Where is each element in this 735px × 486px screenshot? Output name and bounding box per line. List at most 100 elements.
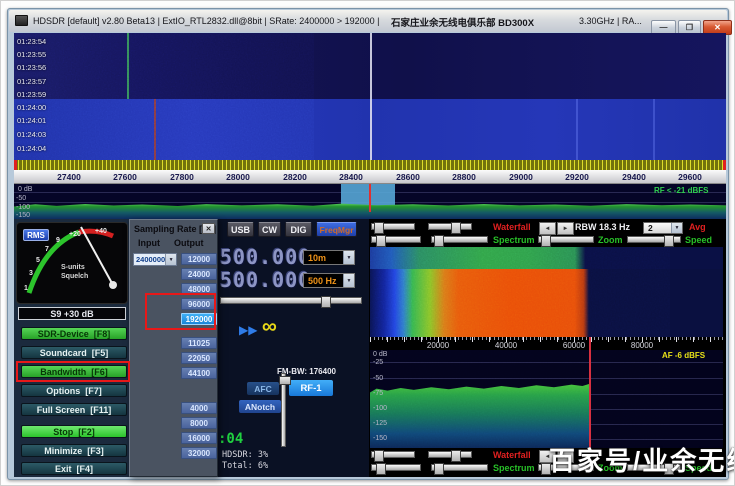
slider-handle[interactable] — [376, 463, 386, 475]
slider-handle[interactable] — [451, 222, 461, 234]
options-button[interactable]: Options[F7] — [21, 384, 127, 397]
slider-handle[interactable] — [434, 235, 444, 247]
af-db-label: -75 — [373, 390, 383, 397]
rms-badge[interactable]: RMS — [23, 229, 49, 241]
output-rate-24000[interactable]: 24000 — [181, 268, 217, 280]
slider-handle[interactable] — [374, 450, 384, 462]
exit-button[interactable]: Exit[F4] — [21, 462, 127, 475]
fullscreen-button[interactable]: Full Screen[F11] — [21, 403, 127, 416]
af-tune-line — [589, 337, 591, 448]
spin-left-icon[interactable]: ◄ — [539, 222, 556, 235]
volume-slider[interactable] — [281, 373, 286, 447]
s-meter[interactable]: 1 3 5 7 9 +20 +40 S-units Squelch RMS — [16, 222, 128, 304]
rbw-spinner[interactable]: ◄► — [539, 222, 574, 235]
waterfall-signal-trace-red — [154, 99, 156, 160]
main-spectrum-display[interactable]: 0 dB -50 -100 -150 RF < -21 dBFS — [14, 184, 726, 219]
tab-dig[interactable]: DIG — [285, 222, 312, 237]
spectrum-contrast-slider[interactable] — [371, 236, 421, 243]
af-spectrum-display[interactable]: 0 dB -25 -50 -75 -100 -125 -150 AF -6 dB… — [370, 350, 723, 448]
af-db-label: -25 — [373, 359, 383, 366]
tune-frequency-display[interactable]: 500.000 — [220, 268, 311, 292]
slider-handle[interactable] — [664, 235, 674, 247]
play-icon[interactable]: ▶▶ — [239, 323, 257, 337]
bandwidth-highlight-rectangle — [16, 361, 130, 382]
output-rate-32000[interactable]: 32000 — [181, 447, 217, 459]
af-waterfall-top-band — [370, 247, 723, 269]
output-rate-8000[interactable]: 8000 — [181, 417, 217, 429]
output-rate-4000[interactable]: 4000 — [181, 402, 217, 414]
spectrum-label-bottom: Spectrum — [493, 463, 535, 473]
waterfall-signal-trace-faint2 — [653, 99, 655, 160]
af-db-label: 0 dB — [373, 351, 387, 358]
freq-label: 28000 — [226, 172, 250, 182]
right-display-panel: Waterfall ◄► RBW 18.3 Hz 2▼ Avg Spectrum… — [369, 219, 726, 477]
spectrum-brightness-slider-bottom[interactable] — [431, 464, 488, 471]
spectrum-brightness-slider[interactable] — [431, 236, 488, 243]
timestamp: 01:24:03 — [17, 130, 46, 139]
gridline — [370, 378, 723, 379]
chevron-down-icon[interactable]: ▼ — [343, 251, 354, 264]
output-rate-22050[interactable]: 22050 — [181, 352, 217, 364]
tab-usb[interactable]: USB — [227, 222, 254, 237]
chevron-down-icon[interactable]: ▼ — [165, 254, 176, 265]
soundcard-button[interactable]: Soundcard[F5] — [21, 346, 127, 359]
timestamp: 01:23:56 — [17, 63, 46, 72]
waterfall-signal-trace-green — [127, 33, 129, 99]
af-freq-label: 60000 — [563, 341, 585, 350]
afc-button[interactable]: AFC — [247, 382, 279, 395]
af-waterfall-display[interactable] — [370, 247, 723, 337]
waterfall-label: Waterfall — [493, 222, 531, 232]
smeter-readout: S9 +30 dB — [18, 307, 126, 320]
popup-close-icon[interactable]: ✕ — [202, 223, 215, 234]
slider-handle[interactable] — [376, 235, 386, 247]
input-rate-dropdown[interactable]: 2400000▼ — [133, 253, 177, 266]
waterfall-brightness-slider[interactable] — [428, 223, 472, 230]
waterfall-tune-marker — [370, 33, 372, 160]
minimize-app-button[interactable]: Minimize[F3] — [21, 444, 127, 457]
slider-handle[interactable] — [321, 296, 331, 308]
slider-handle[interactable] — [374, 222, 384, 234]
meter-units-label: S-units — [61, 264, 85, 271]
spectrum-contrast-slider-bottom[interactable] — [371, 464, 421, 471]
waterfall-brightness-slider-bottom[interactable] — [428, 451, 472, 458]
waterfall-contrast-slider-bottom[interactable] — [371, 451, 415, 458]
title-bar[interactable]: HDSDR [default] v2.80 Beta13 | ExtIO_RTL… — [9, 10, 727, 32]
af-frequency-scale[interactable]: 20000 40000 60000 80000 — [370, 337, 723, 350]
output-header: Output — [174, 238, 204, 248]
slider-handle[interactable] — [434, 463, 444, 475]
zoom-slider[interactable] — [538, 236, 594, 243]
output-rate-12000[interactable]: 12000 — [181, 253, 217, 265]
avg-count-dropdown[interactable]: 2▼ — [643, 222, 683, 234]
slider-handle[interactable] — [541, 235, 551, 247]
frequency-tick-band[interactable] — [14, 160, 726, 170]
lo-frequency-display[interactable]: 500.000 — [220, 245, 311, 269]
rf-gain-button[interactable]: RF-1 — [289, 380, 333, 396]
loop-infinity-icon[interactable]: ∞ — [262, 315, 277, 339]
tab-cw[interactable]: CW — [258, 222, 281, 237]
output-rate-16000[interactable]: 16000 — [181, 432, 217, 444]
main-waterfall-display[interactable]: 01:23:54 01:23:55 01:23:56 01:23:57 01:2… — [14, 33, 726, 160]
output-rate-11025[interactable]: 11025 — [181, 337, 217, 349]
af-waterfall-signal-band — [370, 269, 723, 337]
stop-button[interactable]: Stop[F2] — [21, 425, 127, 438]
band-select-dropdown[interactable]: 10m▼ — [303, 250, 355, 265]
slider-handle[interactable] — [451, 450, 461, 462]
speed-slider[interactable] — [627, 236, 681, 243]
timestamp: 01:24:04 — [17, 144, 46, 153]
timestamp: 01:23:59 — [17, 90, 46, 99]
spin-right-icon[interactable]: ► — [557, 222, 574, 235]
slider-handle[interactable] — [279, 376, 291, 385]
step-select-dropdown[interactable]: 500 Hz▼ — [303, 273, 355, 288]
sdr-device-button[interactable]: SDR-Device[F8] — [21, 327, 127, 340]
freqmgr-button[interactable]: FreqMgr — [316, 222, 357, 237]
chevron-down-icon[interactable]: ▼ — [343, 274, 354, 287]
waterfall-contrast-slider[interactable] — [371, 223, 415, 230]
frequency-scale[interactable]: 27400 27600 27800 28000 28200 28400 2860… — [14, 170, 726, 184]
avg-label: Avg — [689, 222, 706, 232]
anotch-button[interactable]: ANotch — [239, 400, 281, 413]
meter-tick: 5 — [36, 257, 40, 264]
chevron-down-icon[interactable]: ▼ — [671, 223, 682, 233]
freq-label: 29000 — [509, 172, 533, 182]
tune-slider[interactable] — [220, 297, 362, 304]
output-rate-44100[interactable]: 44100 — [181, 367, 217, 379]
